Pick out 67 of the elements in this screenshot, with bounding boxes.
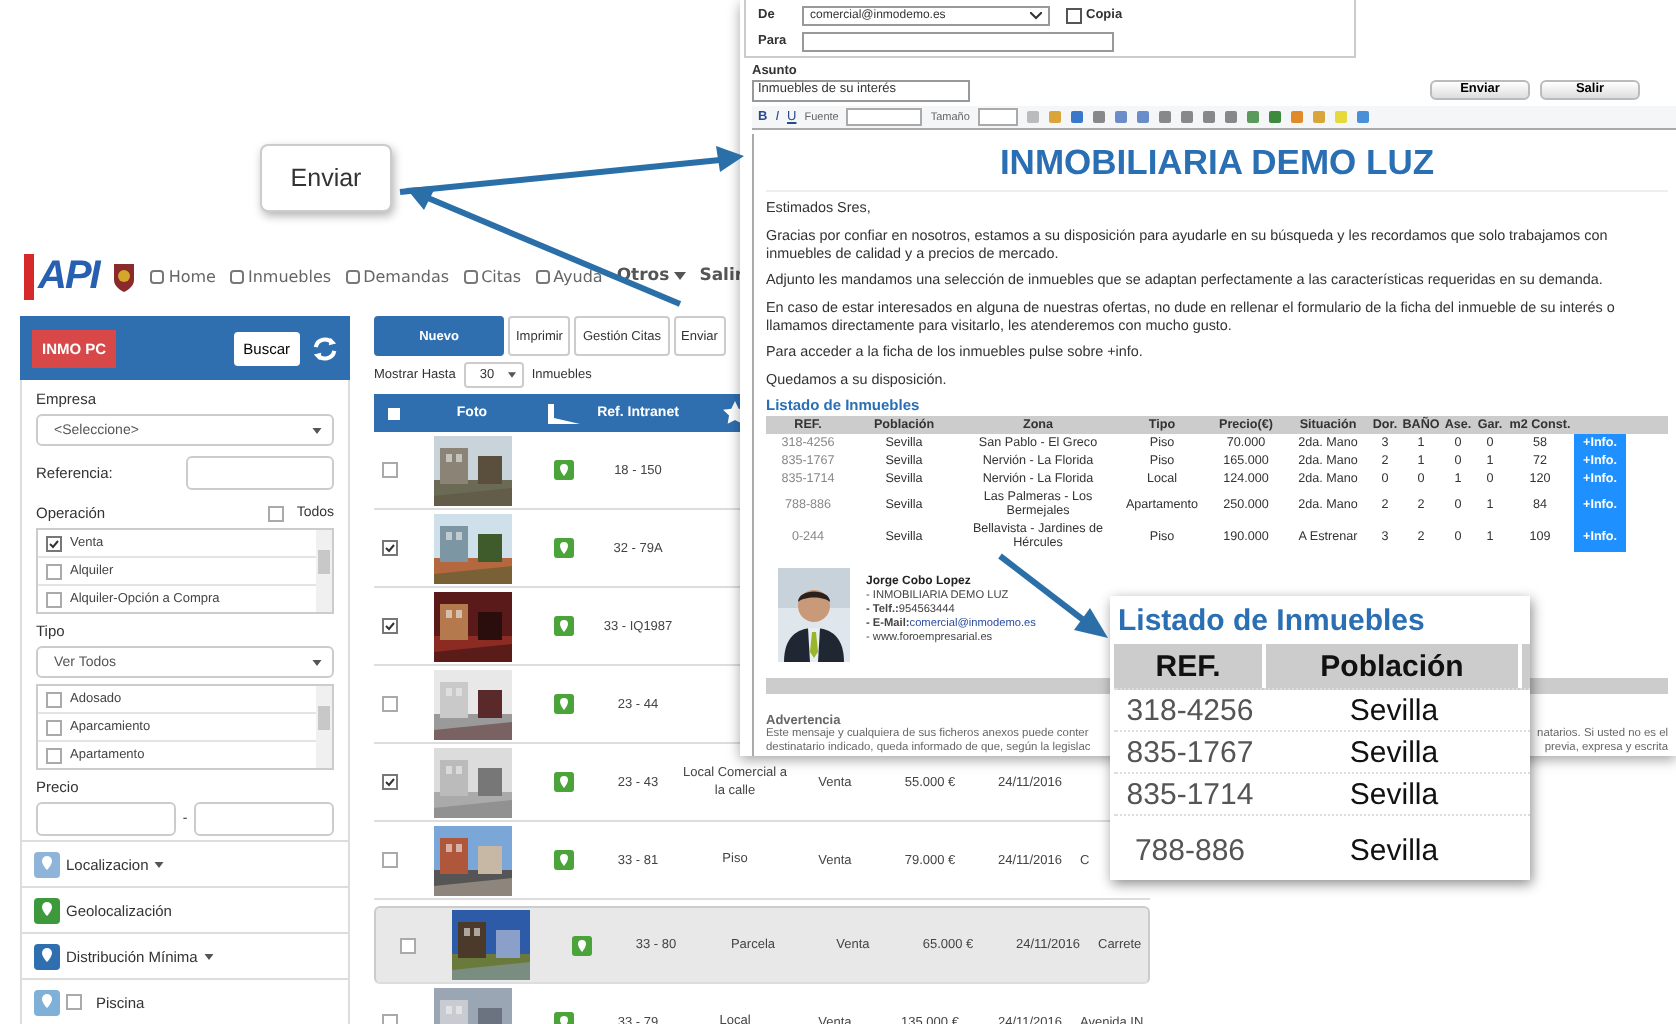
caret-icon bbox=[312, 659, 322, 665]
caret-icon bbox=[1030, 11, 1042, 19]
nav-link[interactable]: Home bbox=[150, 267, 216, 285]
sort-icon[interactable] bbox=[547, 403, 579, 423]
row-checkbox[interactable] bbox=[382, 618, 398, 634]
column-header: REF. bbox=[1114, 644, 1266, 688]
row-checkbox[interactable] bbox=[400, 937, 416, 953]
min-price-field[interactable] bbox=[36, 802, 177, 836]
nav-link[interactable]: Salir bbox=[699, 266, 744, 286]
table-cell-text: 835-1767 bbox=[1124, 733, 1256, 772]
scrollbar[interactable] bbox=[316, 530, 332, 612]
column-header: Población bbox=[1266, 644, 1522, 688]
nav-link[interactable]: Citas bbox=[463, 267, 522, 285]
section-icon bbox=[34, 851, 60, 877]
row-checkbox[interactable] bbox=[382, 696, 398, 712]
table-cell-text: 318-4256 bbox=[1124, 691, 1256, 730]
checkbox[interactable] bbox=[46, 691, 62, 707]
section-icon bbox=[34, 989, 60, 1015]
refresh-icon[interactable] bbox=[312, 335, 338, 361]
checkbox[interactable] bbox=[46, 535, 62, 551]
caret-icon bbox=[673, 272, 686, 280]
max-price-field[interactable] bbox=[193, 802, 334, 836]
table-cell-text: Sevilla bbox=[1347, 691, 1441, 730]
logo: API bbox=[24, 253, 99, 299]
nav-link[interactable]: Demandas bbox=[345, 267, 450, 285]
row-checkbox[interactable] bbox=[382, 852, 398, 868]
location-icon[interactable] bbox=[553, 772, 573, 792]
nav-icon bbox=[535, 269, 550, 283]
send-button[interactable]: Enviar bbox=[260, 144, 392, 212]
section-icon bbox=[34, 897, 60, 923]
row-checkbox[interactable] bbox=[382, 774, 398, 790]
checkbox[interactable] bbox=[46, 719, 62, 735]
table-cell-text: 788-886 bbox=[1132, 831, 1248, 871]
table-cell-text: Sevilla bbox=[1347, 733, 1441, 772]
callout-title: Listado de Inmuebles bbox=[1116, 602, 1427, 642]
location-icon[interactable] bbox=[571, 935, 591, 955]
caret-icon bbox=[507, 372, 516, 378]
nav-link[interactable]: Inmuebles bbox=[229, 267, 332, 285]
nav-icon bbox=[150, 269, 165, 283]
nav-icon bbox=[229, 269, 244, 283]
crest-icon bbox=[112, 260, 137, 292]
select-all-checkbox[interactable] bbox=[388, 407, 400, 419]
checkbox[interactable] bbox=[46, 747, 62, 763]
row-checkbox[interactable] bbox=[382, 540, 398, 556]
font-select[interactable] bbox=[846, 108, 923, 126]
nav-link[interactable]: Ayuda bbox=[535, 267, 603, 285]
table-cell-text: Sevilla bbox=[1347, 775, 1441, 814]
reference-field[interactable] bbox=[186, 456, 334, 490]
location-icon[interactable] bbox=[553, 616, 573, 636]
recipient-field[interactable] bbox=[802, 31, 1114, 51]
table-cell-text: 835-1714 bbox=[1124, 775, 1256, 814]
email-heading: INMOBILIARIA DEMO LUZ bbox=[766, 134, 1668, 192]
location-icon[interactable] bbox=[553, 538, 573, 558]
table-cell-text: Sevilla bbox=[1347, 831, 1441, 871]
scrollbar[interactable] bbox=[316, 686, 332, 768]
checkbox[interactable] bbox=[46, 591, 62, 607]
size-select[interactable] bbox=[977, 108, 1018, 126]
caret-icon bbox=[312, 427, 322, 433]
checkbox[interactable] bbox=[66, 994, 82, 1010]
nav-icon bbox=[345, 269, 360, 283]
location-icon[interactable] bbox=[553, 460, 573, 480]
row-checkbox[interactable] bbox=[382, 462, 398, 478]
checkbox[interactable] bbox=[46, 563, 62, 579]
location-icon[interactable] bbox=[553, 694, 573, 714]
nav-icon bbox=[463, 269, 478, 283]
location-icon[interactable] bbox=[553, 850, 573, 870]
section-icon bbox=[34, 943, 60, 969]
